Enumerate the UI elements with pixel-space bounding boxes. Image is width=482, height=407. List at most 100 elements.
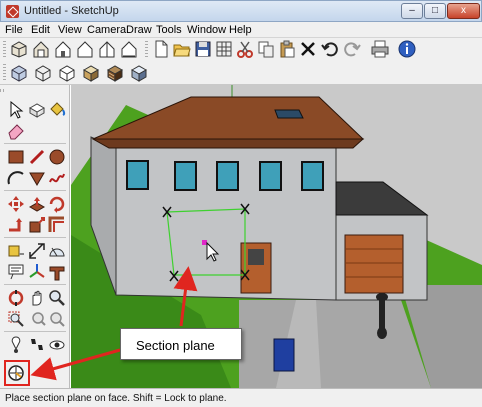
zoom-icon[interactable]	[47, 288, 67, 308]
door-window	[248, 249, 264, 265]
scale-icon[interactable]	[27, 215, 47, 235]
arc-icon[interactable]	[6, 168, 26, 188]
right-view-icon[interactable]	[75, 39, 95, 59]
menu-draw[interactable]: Draw	[126, 24, 152, 36]
move-icon[interactable]	[6, 194, 26, 214]
window-title: Untitled - SketchUp	[24, 5, 119, 17]
window	[126, 160, 149, 190]
menu-edit[interactable]: Edit	[31, 24, 50, 36]
dimension-icon[interactable]	[27, 241, 47, 261]
cut-icon[interactable]	[235, 39, 255, 59]
callout-label: Section plane	[136, 338, 215, 353]
rectangle-icon[interactable]	[6, 147, 26, 167]
xray-icon[interactable]	[9, 63, 29, 83]
toolbar-row-1	[0, 38, 482, 61]
new-file-icon[interactable]	[151, 39, 171, 59]
erase-icon[interactable]	[298, 39, 318, 59]
palette-grip[interactable]	[0, 89, 4, 92]
model-info-icon[interactable]	[397, 39, 417, 59]
palette-separator	[4, 331, 66, 332]
status-text: Place section plane on face. Shift = Loc…	[5, 393, 227, 404]
sketchup-app-icon[interactable]	[6, 5, 19, 18]
left-view-icon[interactable]	[119, 39, 139, 59]
paste-icon[interactable]	[277, 39, 297, 59]
toolbar-grip[interactable]	[3, 64, 6, 81]
print-icon[interactable]	[370, 39, 390, 59]
redo-icon[interactable]	[342, 39, 362, 59]
offset-icon[interactable]	[47, 215, 67, 235]
undo-icon[interactable]	[320, 39, 340, 59]
toolbar-grip[interactable]	[145, 41, 148, 57]
menu-help[interactable]: Help	[229, 24, 252, 36]
line-icon[interactable]	[27, 147, 47, 167]
make-component-icon-palette[interactable]	[27, 100, 47, 120]
palette-separator	[4, 237, 66, 238]
menu-file[interactable]: File	[5, 24, 23, 36]
mailbox	[273, 338, 295, 372]
circle-icon[interactable]	[47, 147, 67, 167]
open-file-icon[interactable]	[172, 39, 192, 59]
select-icon[interactable]	[6, 100, 26, 120]
menu-camera[interactable]: Camera	[87, 24, 126, 36]
menu-window[interactable]: Window	[187, 24, 226, 36]
toolbar-grip[interactable]	[3, 41, 6, 57]
driveway	[239, 300, 431, 388]
position-camera-icon[interactable]	[6, 335, 26, 355]
back-view-icon[interactable]	[97, 39, 117, 59]
iso-view-icon[interactable]	[9, 39, 29, 59]
follow-me-icon[interactable]	[6, 215, 26, 235]
palette-separator	[4, 190, 66, 191]
menu-tools[interactable]: Tools	[156, 24, 182, 36]
copy-icon[interactable]	[256, 39, 276, 59]
protractor-icon[interactable]	[47, 241, 67, 261]
rotate-icon[interactable]	[47, 194, 67, 214]
menu-bar: File Edit View Camera Draw Tools Window …	[0, 22, 482, 38]
push-pull-icon[interactable]	[27, 194, 47, 214]
title-bar: Untitled - SketchUp – □ x	[0, 0, 482, 22]
freehand-icon[interactable]	[47, 168, 67, 188]
pan-icon[interactable]	[27, 288, 47, 308]
text-icon[interactable]	[6, 262, 26, 282]
monochrome-icon[interactable]	[129, 63, 149, 83]
menu-view[interactable]: View	[58, 24, 82, 36]
look-around-icon[interactable]	[47, 335, 67, 355]
tool-palette	[0, 85, 70, 388]
garage-roof	[335, 181, 429, 216]
tape-measure-icon[interactable]	[6, 241, 26, 261]
shaded-icon[interactable]	[81, 63, 101, 83]
palette-separator	[4, 143, 66, 144]
wireframe-icon[interactable]	[33, 63, 53, 83]
window	[301, 161, 324, 191]
roof-eave	[91, 138, 365, 149]
zoom-extents-icon[interactable]	[47, 309, 67, 329]
save-icon[interactable]	[193, 39, 213, 59]
make-component-icon[interactable]	[214, 39, 234, 59]
window	[259, 161, 282, 191]
top-view-icon[interactable]	[31, 39, 51, 59]
close-button[interactable]: x	[447, 3, 480, 19]
skylight	[274, 109, 304, 119]
window	[174, 161, 197, 191]
hidden-line-icon[interactable]	[57, 63, 77, 83]
eraser-icon[interactable]	[6, 121, 26, 141]
garage-door	[344, 234, 404, 294]
window	[216, 161, 239, 191]
previous-view-icon[interactable]	[27, 309, 47, 329]
shaded-textures-icon[interactable]	[105, 63, 125, 83]
minimize-button[interactable]: –	[401, 3, 423, 19]
section-plane-cursor-point	[202, 240, 207, 245]
maximize-button[interactable]: □	[424, 3, 446, 19]
section-plane-callout: Section plane	[120, 328, 242, 360]
front-view-icon[interactable]	[53, 39, 73, 59]
orbit-icon[interactable]	[6, 288, 26, 308]
zoom-window-icon[interactable]	[6, 309, 26, 329]
3d-text-icon[interactable]	[47, 262, 67, 282]
paint-bucket-icon[interactable]	[47, 100, 67, 120]
walk-icon[interactable]	[27, 335, 47, 355]
polygon-icon[interactable]	[27, 168, 47, 188]
axes-icon[interactable]	[27, 262, 47, 282]
palette-separator	[4, 284, 66, 285]
section-plane-highlight	[4, 360, 30, 386]
toolbar-row-2	[0, 61, 482, 85]
status-bar: Place section plane on face. Shift = Loc…	[0, 388, 482, 407]
